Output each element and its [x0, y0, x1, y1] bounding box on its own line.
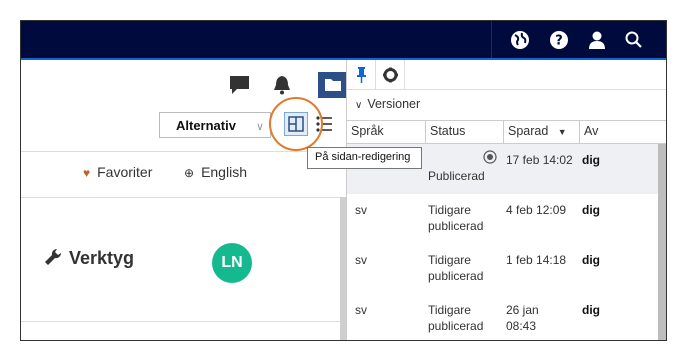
column-header-sprak[interactable]: Språk	[347, 121, 425, 143]
alternativ-select[interactable]: Alternativ ∨	[159, 112, 271, 138]
sparad-label: Sparad	[508, 124, 549, 138]
scrollbar[interactable]	[658, 144, 666, 340]
verktyg-label: Verktyg	[69, 248, 135, 268]
cell-language: sv	[355, 253, 367, 267]
help-icon[interactable]: ?	[549, 30, 569, 50]
cell-author: dig	[582, 303, 600, 317]
cell-language: sv	[355, 303, 367, 317]
gear-icon	[383, 67, 398, 83]
table-row[interactable]: sv Tidigare publicerad 1 feb 14:18 dig	[347, 244, 658, 294]
cell-saved: 17 feb 14:02	[506, 153, 573, 167]
language-label: English	[201, 164, 247, 180]
published-marker-icon	[483, 150, 497, 168]
tooltip: På sidan-redigering	[307, 147, 422, 169]
user-icon[interactable]	[587, 30, 607, 50]
language-link[interactable]: ⊕ English	[184, 164, 247, 180]
cell-author: dig	[582, 253, 600, 267]
cell-status: Tidigare publicerad	[428, 303, 484, 333]
comment-icon[interactable]	[229, 75, 251, 95]
table-row[interactable]: sv Tidigare publicerad 26 jan 08:43 dig	[347, 294, 658, 340]
wrench-icon	[45, 248, 62, 265]
cell-saved: 4 feb 12:09	[506, 203, 567, 217]
search-icon[interactable]	[624, 30, 644, 50]
favoriter-link[interactable]: ♥ Favoriter	[83, 164, 152, 180]
cell-author: dig	[582, 153, 600, 167]
main-content: Alternativ ∨ ♥ Favoriter ⊕ English Verktyg…	[21, 60, 348, 340]
column-header-av[interactable]: Av	[579, 121, 666, 143]
favoriter-label: Favoriter	[97, 164, 153, 180]
divider	[21, 197, 346, 198]
cell-status: Tidigare publicerad	[428, 203, 484, 233]
app-window: ? Alternativ ∨ ♥ Favoriter ⊕ English Ver…	[20, 20, 667, 341]
svg-text:?: ?	[555, 34, 563, 49]
versions-table-header: Språk Status Sparad ▼ Av	[347, 120, 666, 144]
highlight-circle	[269, 97, 323, 151]
versioner-section-toggle[interactable]: ∨ Versioner	[355, 97, 420, 111]
cell-language: sv	[355, 203, 367, 217]
avatar[interactable]: LN	[212, 243, 252, 283]
verktyg-heading[interactable]: Verktyg	[43, 247, 134, 269]
cell-saved: 26 jan 08:43	[506, 303, 539, 333]
cell-author: dig	[582, 203, 600, 217]
globe-small-icon: ⊕	[184, 166, 195, 180]
alternativ-label: Alternativ	[176, 118, 236, 133]
column-header-status[interactable]: Status	[425, 121, 503, 143]
chevron-down-icon: ∨	[355, 100, 363, 111]
column-header-sparad[interactable]: Sparad ▼	[503, 121, 579, 143]
pin-tab[interactable]	[347, 60, 376, 90]
bell-icon[interactable]	[271, 75, 293, 95]
heart-icon: ♥	[83, 166, 91, 180]
globe-icon[interactable]	[510, 30, 530, 50]
panel-tabs	[347, 60, 666, 90]
folder-icon	[325, 79, 341, 91]
topbar-separator	[491, 21, 492, 58]
versioner-label: Versioner	[367, 97, 421, 111]
top-navigation-bar: ?	[21, 21, 666, 60]
pin-icon	[357, 67, 366, 83]
settings-tab[interactable]	[376, 60, 405, 90]
divider	[21, 321, 346, 322]
chevron-down-icon: ∨	[255, 121, 264, 133]
cell-saved: 1 feb 14:18	[506, 253, 567, 267]
table-row[interactable]: sv Tidigare publicerad 4 feb 12:09 dig	[347, 194, 658, 244]
versions-panel: ∨ Versioner Språk Status Sparad ▼ Av Publ…	[346, 60, 666, 340]
sort-down-icon: ▼	[557, 127, 567, 137]
cell-status: Publicerad	[428, 169, 485, 183]
divider	[21, 151, 346, 152]
folder-button[interactable]	[318, 72, 348, 98]
cell-status: Tidigare publicerad	[428, 253, 484, 283]
